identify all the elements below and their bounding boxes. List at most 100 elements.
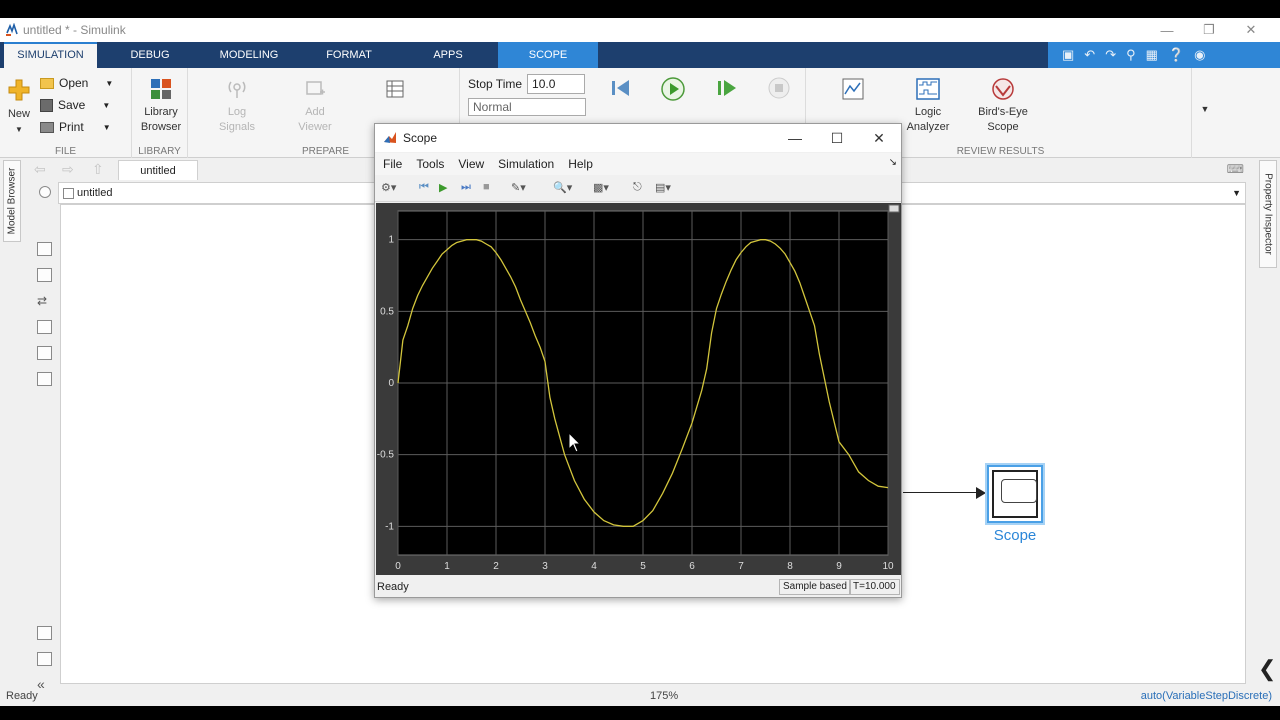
- save-disk-icon: [40, 98, 53, 112]
- run-icon[interactable]: ▶: [439, 181, 447, 197]
- logic-analyzer-button[interactable]: Logic Analyzer: [900, 78, 956, 135]
- address-dropdown-icon[interactable]: ▼: [1232, 183, 1241, 203]
- new-label: New: [7, 108, 30, 120]
- tab-apps[interactable]: APPS: [400, 42, 496, 68]
- keyboard-icon[interactable]: ⌨: [1227, 162, 1244, 176]
- y-tick-label: 0: [388, 378, 394, 389]
- tab-modeling[interactable]: MODELING: [200, 42, 298, 68]
- scope-close-button[interactable]: ✕: [857, 124, 901, 152]
- step-forward-button[interactable]: [714, 76, 740, 105]
- add-viewer-icon: [306, 81, 325, 95]
- scope-menu-bar: File Tools View Simulation Help ↘: [375, 153, 901, 175]
- library-browser-label-1: Library: [144, 106, 178, 118]
- stop-button[interactable]: [766, 76, 792, 105]
- stop-icon[interactable]: ■: [483, 181, 490, 197]
- solver-link[interactable]: auto(VariableStepDiscrete): [1141, 690, 1272, 702]
- property-inspector-tab[interactable]: Property Inspector: [1259, 160, 1277, 268]
- up-arrow-icon[interactable]: ⇧: [92, 161, 104, 178]
- hide-explorer-icon[interactable]: [39, 186, 51, 198]
- signal-line[interactable]: [903, 492, 981, 493]
- scope-maximize-button[interactable]: ☐: [815, 124, 859, 152]
- menu-view[interactable]: View: [458, 157, 484, 171]
- sim-mode-select[interactable]: Normal: [468, 98, 586, 116]
- scope-block-label[interactable]: Scope: [979, 527, 1051, 544]
- log-signals-button[interactable]: Log Signals: [212, 78, 262, 135]
- step-back-button[interactable]: [608, 76, 634, 105]
- save-icon[interactable]: ▣: [1062, 47, 1074, 63]
- model-browser-tab[interactable]: Model Browser: [3, 160, 21, 242]
- tab-scope[interactable]: SCOPE: [498, 42, 598, 68]
- table-icon-button[interactable]: [384, 80, 406, 103]
- tab-format[interactable]: FORMAT: [300, 42, 398, 68]
- undock-icon[interactable]: ↘: [889, 157, 897, 168]
- tab-debug[interactable]: DEBUG: [104, 42, 196, 68]
- tab-simulation[interactable]: SIMULATION: [4, 42, 97, 68]
- menu-tools[interactable]: Tools: [416, 157, 444, 171]
- model-browser-label: Model Browser: [6, 167, 18, 235]
- annotation-icon[interactable]: [37, 320, 52, 334]
- library-browser-button[interactable]: Library Browser: [136, 78, 186, 135]
- ribbon-expand-icon[interactable]: ▼: [1198, 102, 1212, 117]
- stop-time-input[interactable]: 10.0: [527, 74, 586, 94]
- screenshot-icon[interactable]: [37, 626, 52, 640]
- scope-status-bar: Ready Sample based T=10.000: [375, 577, 901, 597]
- step-back-icon[interactable]: ⏮: [419, 181, 429, 197]
- highlight-icon[interactable]: ✎▾: [511, 181, 526, 197]
- add-viewer-button[interactable]: Add Viewer: [290, 78, 340, 135]
- close-button[interactable]: ✕: [1230, 22, 1272, 38]
- run-button[interactable]: [660, 76, 686, 107]
- signal-arrowhead: [976, 487, 986, 499]
- antenna-icon: [228, 81, 246, 98]
- image-icon[interactable]: [37, 346, 52, 360]
- logic-analyzer-icon: [916, 78, 940, 100]
- measurements-icon[interactable]: ▤▾: [655, 181, 671, 197]
- save-label: Save: [58, 98, 86, 112]
- save-button[interactable]: Save ▼: [40, 98, 110, 112]
- scope-status-ready: Ready: [377, 581, 409, 593]
- run-icon: [661, 77, 685, 101]
- model-tab[interactable]: untitled: [118, 160, 198, 180]
- settings-icon[interactable]: ⚙▾: [381, 181, 396, 197]
- area-icon[interactable]: [37, 372, 52, 386]
- logic-analyzer-label-1: Logic: [914, 106, 942, 118]
- data-inspector-button[interactable]: [838, 78, 868, 105]
- zoom-icon[interactable]: [37, 242, 52, 256]
- scope-block[interactable]: [987, 465, 1043, 523]
- scope-minimize-button[interactable]: —: [773, 124, 817, 152]
- menu-help[interactable]: Help: [568, 157, 593, 171]
- forward-arrow-icon[interactable]: ⇨: [62, 161, 74, 178]
- right-chevron-icon[interactable]: ❮: [1258, 656, 1276, 682]
- birds-eye-scope-button[interactable]: Bird's-Eye Scope: [970, 78, 1036, 135]
- print-button[interactable]: Print ▼: [40, 120, 111, 134]
- options-icon[interactable]: ◉: [1194, 47, 1205, 63]
- new-button[interactable]: New ▼: [4, 78, 34, 137]
- step-forward-icon[interactable]: ⏭: [461, 181, 471, 197]
- community-icon[interactable]: ▦: [1146, 47, 1158, 63]
- new-icon: [8, 79, 30, 101]
- restore-button[interactable]: ❐: [1188, 22, 1230, 38]
- undo-icon[interactable]: ↶: [1084, 47, 1095, 63]
- zoom-in-icon[interactable]: 🔍▾: [553, 181, 572, 197]
- autoscale-icon[interactable]: ▩▾: [593, 181, 609, 197]
- data-inspector-icon: [842, 78, 864, 100]
- back-arrow-icon[interactable]: ⇦: [34, 161, 46, 178]
- matlab-icon: [384, 132, 396, 143]
- search-icon[interactable]: ⚲: [1126, 47, 1136, 63]
- x-tick-label: 5: [640, 561, 646, 572]
- menu-simulation[interactable]: Simulation: [498, 157, 554, 171]
- x-tick-label: 6: [689, 561, 695, 572]
- menu-file[interactable]: File: [383, 157, 402, 171]
- ribbon-tab-bar: SIMULATION DEBUG MODELING FORMAT APPS SC…: [0, 42, 1280, 68]
- arrow-icon[interactable]: ⇄: [37, 294, 52, 308]
- add-viewer-label-1: Add: [305, 106, 325, 118]
- model-data-icon[interactable]: [37, 652, 52, 666]
- trigger-icon[interactable]: ⎋: [633, 181, 642, 197]
- open-button[interactable]: Open ▼: [40, 76, 113, 90]
- fit-to-view-icon[interactable]: [37, 268, 52, 282]
- property-inspector-label: Property Inspector: [1262, 173, 1274, 255]
- minimize-button[interactable]: —: [1146, 23, 1188, 38]
- editor-tool-column: ⇄ «: [30, 182, 58, 692]
- redo-icon[interactable]: ↷: [1105, 47, 1116, 63]
- log-signals-label-2: Signals: [218, 121, 256, 133]
- help-icon[interactable]: ❔: [1168, 47, 1184, 63]
